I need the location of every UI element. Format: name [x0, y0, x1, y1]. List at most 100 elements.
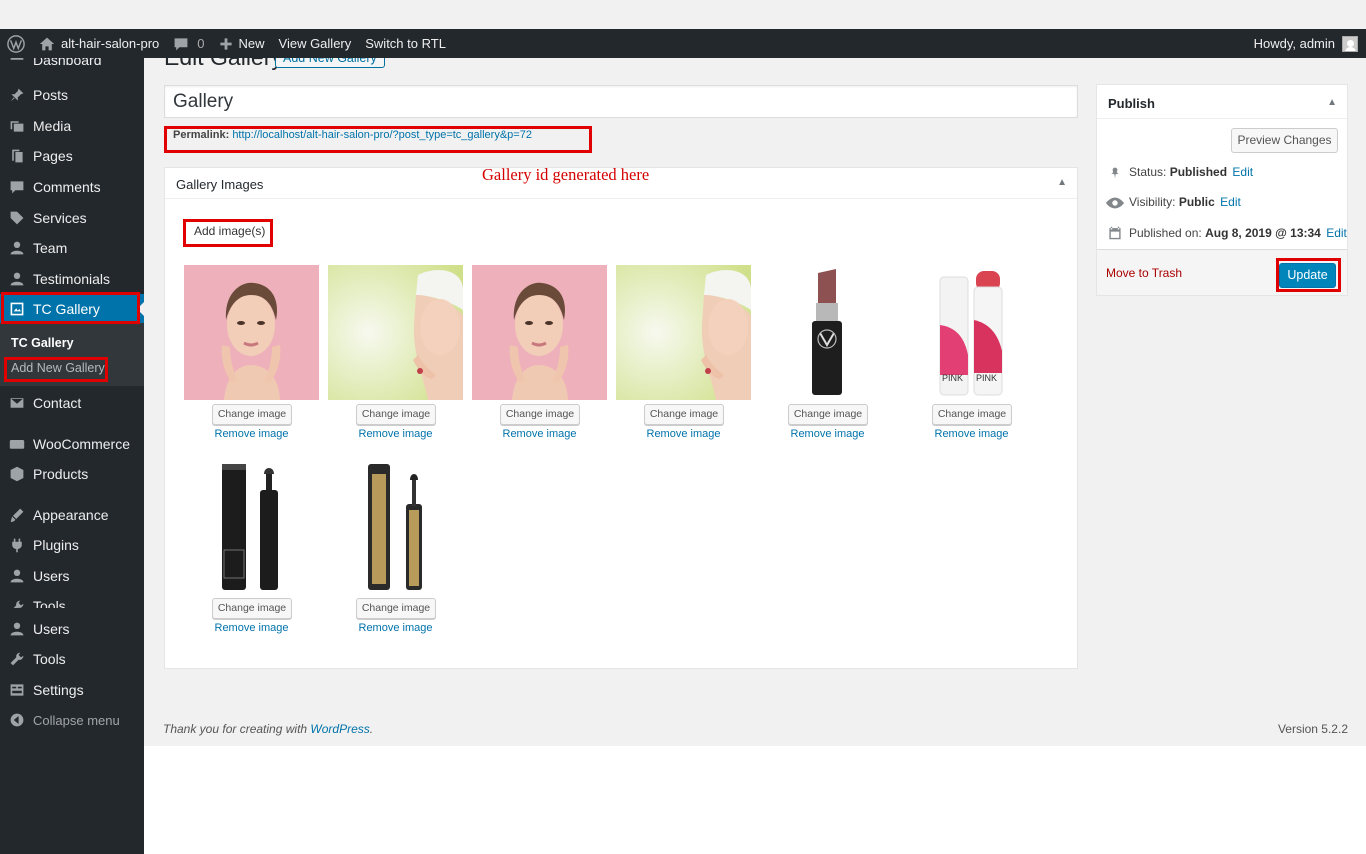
menu-posts[interactable]: Posts	[0, 80, 144, 110]
menu-label: Users	[33, 621, 70, 637]
top-gap	[0, 0, 1366, 29]
remove-image-link[interactable]: Remove image	[328, 622, 463, 634]
new-label: New	[238, 36, 265, 51]
site-name-link[interactable]: alt-hair-salon-pro	[32, 29, 166, 58]
remove-image-link[interactable]: Remove image	[904, 428, 1039, 440]
published-on: Published on: Aug 8, 2019 @ 13:34 Edit	[1129, 226, 1347, 240]
switch-rtl-link[interactable]: Switch to RTL	[358, 29, 453, 58]
comment-bubble-icon	[174, 37, 188, 50]
change-image-button[interactable]: Change image	[500, 404, 580, 425]
menu-services[interactable]: Services	[0, 203, 144, 233]
remove-image-link[interactable]: Remove image	[184, 428, 319, 440]
menu-label: Pages	[33, 148, 73, 164]
menu-label: Testimonials	[33, 271, 111, 287]
change-image-button[interactable]: Change image	[644, 404, 724, 425]
menu-media[interactable]: Media	[0, 111, 144, 141]
change-image-button[interactable]: Change image	[356, 404, 436, 425]
remove-image-link[interactable]: Remove image	[184, 622, 319, 634]
woman-towel-image	[616, 265, 751, 400]
submenu-tc-gallery[interactable]: TC Gallery	[11, 336, 74, 350]
change-image-button[interactable]: Change image	[932, 404, 1012, 425]
post-status: Status: Published Edit	[1129, 165, 1253, 179]
menu-woocommerce[interactable]: WooCommerce	[0, 429, 144, 459]
publish-box-header[interactable]: Publish ▲	[1097, 85, 1347, 119]
publish-title: Publish	[1108, 96, 1155, 111]
wordpress-link[interactable]: WordPress	[310, 722, 369, 736]
menu-label: Contact	[33, 395, 82, 411]
title-input[interactable]	[164, 85, 1078, 118]
add-images-button[interactable]: Add image(s)	[188, 222, 272, 240]
admin-sidebar: Dashboard Posts Media Pages Comments Ser…	[0, 52, 144, 854]
footer-thanks-prefix: Thank you for creating with	[163, 722, 311, 736]
menu-comments[interactable]: Comments	[0, 172, 144, 202]
menu-label: Media	[33, 118, 72, 134]
menu-label: Products	[33, 466, 89, 482]
wordpress-logo-icon[interactable]	[0, 29, 32, 58]
change-image-button[interactable]: Change image	[212, 404, 292, 425]
media-icon	[8, 117, 26, 135]
new-content-link[interactable]: New	[212, 29, 272, 58]
permalink-label: Permalink:	[173, 129, 230, 141]
menu-users-2[interactable]: Users	[0, 614, 144, 644]
gallery-box-title: Gallery Images	[176, 177, 264, 192]
edit-status-link[interactable]: Edit	[1232, 165, 1253, 179]
menu-tools-2[interactable]: Tools	[0, 644, 144, 674]
user-icon	[8, 270, 26, 288]
menu-products[interactable]: Products	[0, 459, 144, 489]
plus-icon	[219, 37, 232, 50]
menu-team[interactable]: Team	[0, 233, 144, 263]
change-image-button[interactable]: Change image	[788, 404, 868, 425]
visibility-label: Visibility:	[1129, 195, 1176, 209]
menu-testimonials[interactable]: Testimonials	[0, 264, 144, 294]
collapse-icon	[8, 711, 26, 729]
howdy-text: Howdy, admin	[1253, 36, 1335, 51]
published-date: Aug 8, 2019 @ 13:34	[1205, 226, 1321, 240]
change-image-button[interactable]: Change image	[212, 598, 292, 619]
menu-plugins[interactable]: Plugins	[0, 530, 144, 560]
menu-label: Team	[33, 240, 68, 256]
menu-settings[interactable]: Settings	[0, 675, 144, 705]
pink-label: PINK	[942, 373, 963, 383]
visibility-value: Public	[1178, 195, 1215, 209]
menu-label: Users	[33, 568, 70, 584]
wrench-icon	[8, 650, 26, 668]
edit-visibility-link[interactable]: Edit	[1220, 195, 1241, 209]
pin-icon	[1106, 165, 1124, 181]
preview-changes-button[interactable]: Preview Changes	[1231, 128, 1338, 153]
menu-pages[interactable]: Pages	[0, 141, 144, 171]
menu-users[interactable]: Users	[0, 561, 144, 591]
user-icon	[8, 239, 26, 257]
published-label: Published on:	[1129, 226, 1202, 240]
permalink-url[interactable]: http://localhost/alt-hair-salon-pro/?pos…	[232, 129, 532, 141]
footer-thanks-suffix: .	[369, 722, 374, 736]
toggle-arrow-icon[interactable]: ▲	[1057, 177, 1067, 188]
my-account-link[interactable]: Howdy, admin	[1247, 29, 1366, 58]
toggle-arrow-icon[interactable]: ▲	[1327, 97, 1337, 108]
remove-image-link[interactable]: Remove image	[616, 428, 751, 440]
gallery-thumb	[184, 265, 319, 400]
update-button[interactable]: Update	[1279, 263, 1336, 288]
publish-actions: Move to Trash Update	[1097, 249, 1347, 295]
user-icon	[8, 620, 26, 638]
permalink: Permalink: http://localhost/alt-hair-sal…	[173, 129, 532, 141]
menu-tools[interactable]: Tools	[0, 591, 144, 608]
submenu-add-new-gallery[interactable]: Add New Gallery	[11, 361, 105, 375]
collapse-menu-button[interactable]: Collapse menu	[0, 705, 144, 735]
change-image-button[interactable]: Change image	[356, 598, 436, 619]
eye-icon	[1106, 195, 1124, 211]
move-to-trash-link[interactable]: Move to Trash	[1106, 266, 1182, 280]
menu-label: Appearance	[33, 507, 109, 523]
admin-bar: alt-hair-salon-pro 0 New View Gallery Sw…	[0, 29, 1366, 58]
plugin-icon	[8, 536, 26, 554]
remove-image-link[interactable]: Remove image	[328, 428, 463, 440]
view-gallery-link[interactable]: View Gallery	[272, 29, 359, 58]
edit-date-link[interactable]: Edit	[1326, 226, 1347, 240]
email-icon	[8, 394, 26, 412]
remove-image-link[interactable]: Remove image	[472, 428, 607, 440]
remove-image-link[interactable]: Remove image	[760, 428, 895, 440]
menu-appearance[interactable]: Appearance	[0, 500, 144, 530]
menu-contact[interactable]: Contact	[0, 388, 144, 418]
gallery-thumb	[760, 265, 895, 400]
menu-tc-gallery[interactable]: TC Gallery	[0, 294, 144, 324]
comments-link[interactable]: 0	[166, 29, 211, 58]
